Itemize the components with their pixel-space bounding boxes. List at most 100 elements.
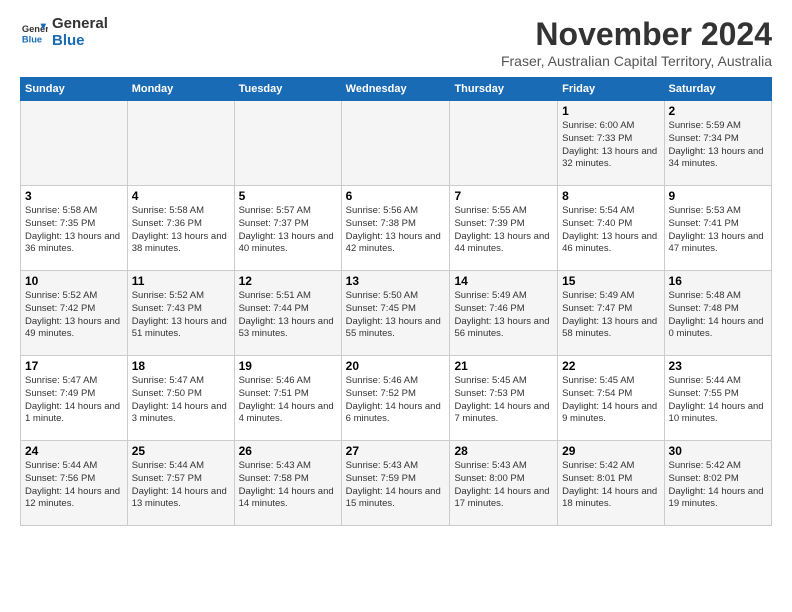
subtitle: Fraser, Australian Capital Territory, Au… — [501, 53, 772, 69]
week-row-2: 10 Sunrise: 5:52 AM Sunset: 7:42 PM Dayli… — [21, 271, 772, 356]
day-cell: 12 Sunrise: 5:51 AM Sunset: 7:44 PM Dayli… — [234, 271, 341, 356]
header-cell-wednesday: Wednesday — [341, 78, 450, 101]
day-info: Sunrise: 5:42 AM Sunset: 8:02 PM Dayligh… — [669, 460, 767, 511]
day-number: 12 — [239, 274, 337, 288]
day-info: Sunrise: 5:51 AM Sunset: 7:44 PM Dayligh… — [239, 290, 337, 341]
day-cell: 6 Sunrise: 5:56 AM Sunset: 7:38 PM Daylig… — [341, 186, 450, 271]
day-cell: 9 Sunrise: 5:53 AM Sunset: 7:41 PM Daylig… — [664, 186, 771, 271]
day-number: 13 — [346, 274, 446, 288]
title-area: November 2024 Fraser, Australian Capital… — [501, 16, 772, 69]
day-number: 2 — [669, 104, 767, 118]
day-info: Sunrise: 5:49 AM Sunset: 7:46 PM Dayligh… — [454, 290, 553, 341]
day-number: 24 — [25, 444, 123, 458]
day-cell — [21, 101, 128, 186]
day-info: Sunrise: 5:59 AM Sunset: 7:34 PM Dayligh… — [669, 120, 767, 171]
day-info: Sunrise: 5:46 AM Sunset: 7:52 PM Dayligh… — [346, 375, 446, 426]
logo: General Blue GeneralBlue — [20, 16, 108, 49]
day-number: 10 — [25, 274, 123, 288]
day-cell: 30 Sunrise: 5:42 AM Sunset: 8:02 PM Dayli… — [664, 441, 771, 526]
day-info: Sunrise: 5:43 AM Sunset: 7:59 PM Dayligh… — [346, 460, 446, 511]
day-cell: 21 Sunrise: 5:45 AM Sunset: 7:53 PM Dayli… — [450, 356, 558, 441]
week-row-0: 1Sunrise: 6:00 AM Sunset: 7:33 PM Daylig… — [21, 101, 772, 186]
calendar-body: 1Sunrise: 6:00 AM Sunset: 7:33 PM Daylig… — [21, 101, 772, 526]
day-number: 3 — [25, 189, 123, 203]
day-cell: 20 Sunrise: 5:46 AM Sunset: 7:52 PM Dayli… — [341, 356, 450, 441]
day-cell: 10 Sunrise: 5:52 AM Sunset: 7:42 PM Dayli… — [21, 271, 128, 356]
day-cell — [234, 101, 341, 186]
header-cell-thursday: Thursday — [450, 78, 558, 101]
day-info: Sunrise: 5:45 AM Sunset: 7:54 PM Dayligh… — [562, 375, 659, 426]
day-number: 21 — [454, 359, 553, 373]
day-number: 23 — [669, 359, 767, 373]
calendar-table: SundayMondayTuesdayWednesdayThursdayFrid… — [20, 77, 772, 526]
day-info: Sunrise: 5:49 AM Sunset: 7:47 PM Dayligh… — [562, 290, 659, 341]
day-cell: 1Sunrise: 6:00 AM Sunset: 7:33 PM Daylig… — [558, 101, 664, 186]
day-number: 19 — [239, 359, 337, 373]
week-row-1: 3 Sunrise: 5:58 AM Sunset: 7:35 PM Daylig… — [21, 186, 772, 271]
day-cell: 7 Sunrise: 5:55 AM Sunset: 7:39 PM Daylig… — [450, 186, 558, 271]
day-info: Sunrise: 5:58 AM Sunset: 7:36 PM Dayligh… — [132, 205, 230, 256]
day-number: 5 — [239, 189, 337, 203]
day-info: Sunrise: 5:45 AM Sunset: 7:53 PM Dayligh… — [454, 375, 553, 426]
day-cell: 13Sunrise: 5:50 AM Sunset: 7:45 PM Dayli… — [341, 271, 450, 356]
week-row-4: 24 Sunrise: 5:44 AM Sunset: 7:56 PM Dayli… — [21, 441, 772, 526]
calendar-header: SundayMondayTuesdayWednesdayThursdayFrid… — [21, 78, 772, 101]
day-info: Sunrise: 5:57 AM Sunset: 7:37 PM Dayligh… — [239, 205, 337, 256]
day-number: 26 — [239, 444, 337, 458]
day-cell: 2 Sunrise: 5:59 AM Sunset: 7:34 PM Daylig… — [664, 101, 771, 186]
day-cell: 3 Sunrise: 5:58 AM Sunset: 7:35 PM Daylig… — [21, 186, 128, 271]
day-number: 20 — [346, 359, 446, 373]
day-number: 14 — [454, 274, 553, 288]
day-info: Sunrise: 5:44 AM Sunset: 7:56 PM Dayligh… — [25, 460, 123, 511]
day-number: 18 — [132, 359, 230, 373]
day-number: 15 — [562, 274, 659, 288]
day-number: 1 — [562, 104, 659, 118]
header-cell-friday: Friday — [558, 78, 664, 101]
day-number: 17 — [25, 359, 123, 373]
day-info: Sunrise: 5:43 AM Sunset: 7:58 PM Dayligh… — [239, 460, 337, 511]
day-number: 25 — [132, 444, 230, 458]
day-cell: 28 Sunrise: 5:43 AM Sunset: 8:00 PM Dayli… — [450, 441, 558, 526]
day-info: Sunrise: 5:46 AM Sunset: 7:51 PM Dayligh… — [239, 375, 337, 426]
day-number: 6 — [346, 189, 446, 203]
day-info: Sunrise: 5:44 AM Sunset: 7:57 PM Dayligh… — [132, 460, 230, 511]
day-cell: 5 Sunrise: 5:57 AM Sunset: 7:37 PM Daylig… — [234, 186, 341, 271]
day-cell: 17 Sunrise: 5:47 AM Sunset: 7:49 PM Dayli… — [21, 356, 128, 441]
week-row-3: 17 Sunrise: 5:47 AM Sunset: 7:49 PM Dayli… — [21, 356, 772, 441]
logo-text: GeneralBlue — [52, 16, 108, 49]
day-cell: 27 Sunrise: 5:43 AM Sunset: 7:59 PM Dayli… — [341, 441, 450, 526]
day-info: Sunrise: 5:47 AM Sunset: 7:49 PM Dayligh… — [25, 375, 123, 426]
day-info: Sunrise: 5:52 AM Sunset: 7:42 PM Dayligh… — [25, 290, 123, 341]
day-cell: 19 Sunrise: 5:46 AM Sunset: 7:51 PM Dayli… — [234, 356, 341, 441]
day-number: 4 — [132, 189, 230, 203]
day-number: 29 — [562, 444, 659, 458]
day-cell: 14 Sunrise: 5:49 AM Sunset: 7:46 PM Dayli… — [450, 271, 558, 356]
day-cell: 24 Sunrise: 5:44 AM Sunset: 7:56 PM Dayli… — [21, 441, 128, 526]
logo-icon: General Blue — [20, 19, 48, 47]
day-number: 30 — [669, 444, 767, 458]
day-info: Sunrise: 5:48 AM Sunset: 7:48 PM Dayligh… — [669, 290, 767, 341]
day-cell: 11Sunrise: 5:52 AM Sunset: 7:43 PM Dayli… — [127, 271, 234, 356]
day-cell: 22Sunrise: 5:45 AM Sunset: 7:54 PM Dayli… — [558, 356, 664, 441]
day-number: 27 — [346, 444, 446, 458]
day-cell: 4 Sunrise: 5:58 AM Sunset: 7:36 PM Daylig… — [127, 186, 234, 271]
day-number: 9 — [669, 189, 767, 203]
day-number: 28 — [454, 444, 553, 458]
day-cell: 16Sunrise: 5:48 AM Sunset: 7:48 PM Dayli… — [664, 271, 771, 356]
header-cell-saturday: Saturday — [664, 78, 771, 101]
day-info: Sunrise: 5:43 AM Sunset: 8:00 PM Dayligh… — [454, 460, 553, 511]
header-row: SundayMondayTuesdayWednesdayThursdayFrid… — [21, 78, 772, 101]
day-info: Sunrise: 5:56 AM Sunset: 7:38 PM Dayligh… — [346, 205, 446, 256]
day-info: Sunrise: 5:47 AM Sunset: 7:50 PM Dayligh… — [132, 375, 230, 426]
header-cell-tuesday: Tuesday — [234, 78, 341, 101]
day-info: Sunrise: 5:55 AM Sunset: 7:39 PM Dayligh… — [454, 205, 553, 256]
day-info: Sunrise: 5:52 AM Sunset: 7:43 PM Dayligh… — [132, 290, 230, 341]
header-cell-sunday: Sunday — [21, 78, 128, 101]
day-info: Sunrise: 5:58 AM Sunset: 7:35 PM Dayligh… — [25, 205, 123, 256]
day-info: Sunrise: 5:53 AM Sunset: 7:41 PM Dayligh… — [669, 205, 767, 256]
day-number: 7 — [454, 189, 553, 203]
header-cell-monday: Monday — [127, 78, 234, 101]
day-cell — [450, 101, 558, 186]
day-cell: 15 Sunrise: 5:49 AM Sunset: 7:47 PM Dayli… — [558, 271, 664, 356]
main-title: November 2024 — [501, 16, 772, 53]
